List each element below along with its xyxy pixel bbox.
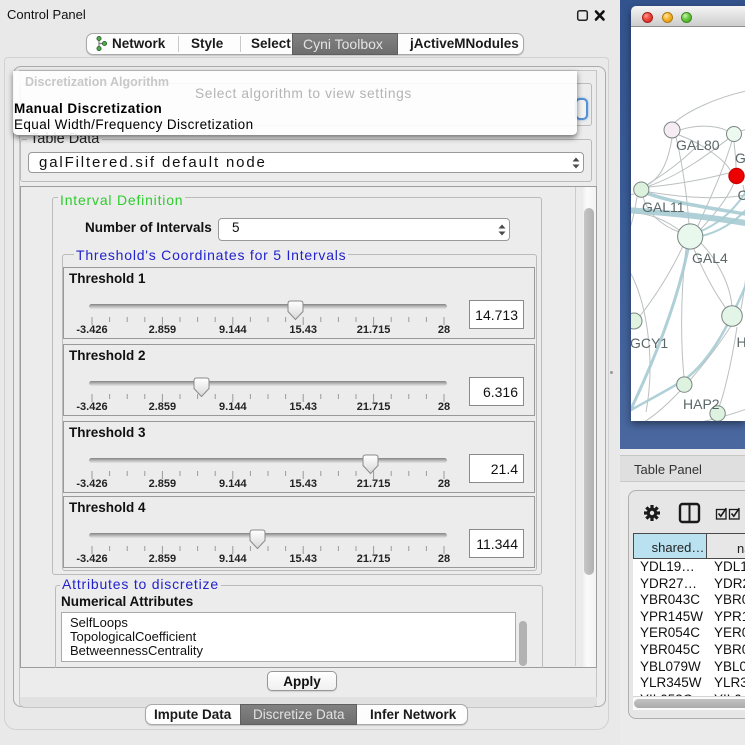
- svg-text:G…: G…: [735, 150, 745, 166]
- svg-text:GAL11: GAL11: [642, 199, 685, 215]
- svg-text:GAL4: GAL4: [692, 250, 728, 266]
- svg-text:H: H: [737, 334, 745, 350]
- svg-text:C: C: [738, 187, 745, 203]
- svg-text:GAL80: GAL80: [676, 137, 720, 153]
- svg-text:HAP2: HAP2: [683, 396, 720, 412]
- svg-text:GCY1: GCY1: [631, 335, 668, 351]
